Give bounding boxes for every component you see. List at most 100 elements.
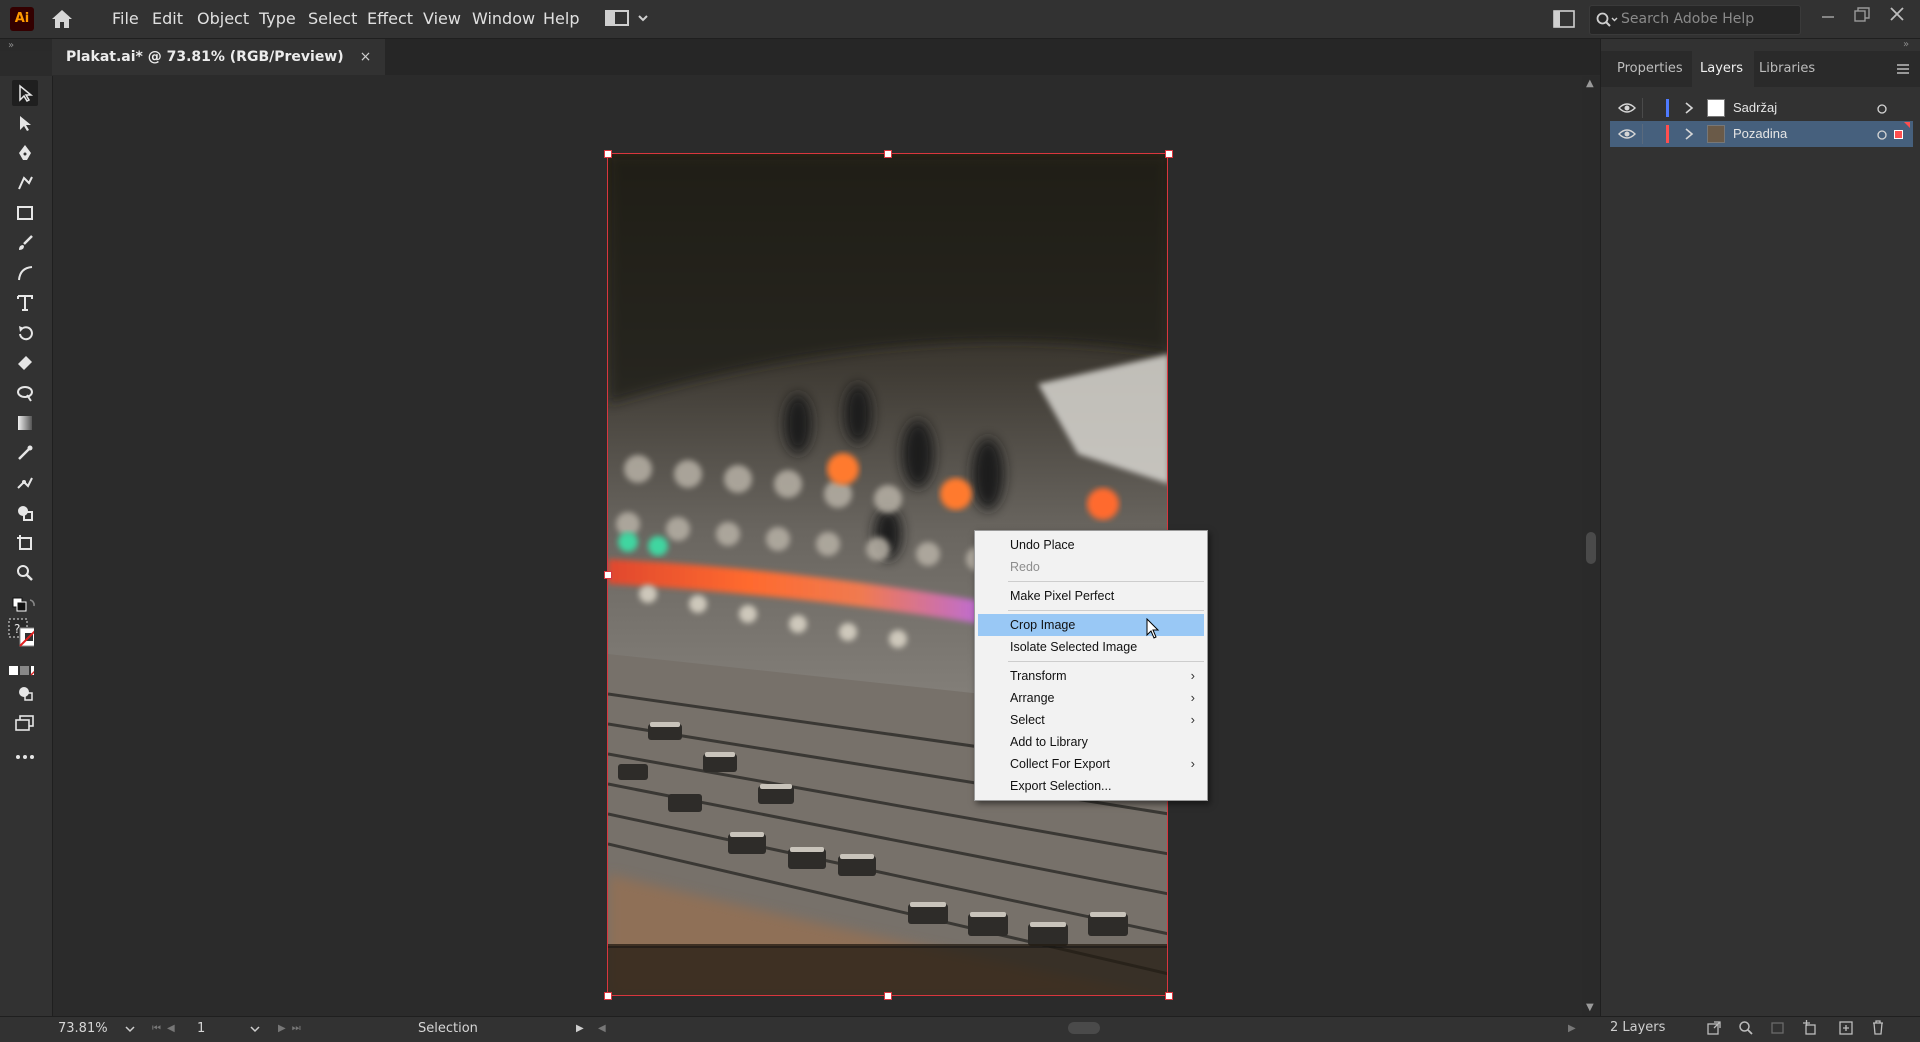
- ctx-select[interactable]: Select ›: [975, 709, 1207, 731]
- curvature-tool-icon[interactable]: [12, 170, 38, 196]
- selection-handle[interactable]: [884, 992, 892, 1000]
- tab-layers[interactable]: Layers: [1700, 61, 1743, 76]
- scroll-down-icon[interactable]: ▼: [1586, 1002, 1594, 1013]
- scroll-left-icon[interactable]: ◀: [598, 1023, 606, 1034]
- expand-chevron-icon[interactable]: [1684, 127, 1694, 141]
- expand-chevron-icon[interactable]: [1684, 101, 1694, 115]
- eyedropper-tool-icon[interactable]: [12, 440, 38, 466]
- menu-window[interactable]: Window: [472, 9, 535, 28]
- delete-layer-icon[interactable]: [1870, 1019, 1886, 1036]
- eraser-tool-icon[interactable]: [12, 350, 38, 376]
- tab-libraries[interactable]: Libraries: [1759, 61, 1815, 76]
- restore-icon[interactable]: [1853, 6, 1871, 24]
- vertical-scroll-thumb[interactable]: [1586, 532, 1596, 564]
- screen-mode-icon[interactable]: [12, 710, 38, 736]
- collapse-toolbar-icon[interactable]: »: [8, 40, 14, 51]
- layer-name[interactable]: Sadržaj: [1733, 100, 1777, 115]
- fill-stroke-swatch-icon[interactable]: ?: [8, 618, 34, 647]
- zoom-dropdown-icon[interactable]: [124, 1024, 136, 1034]
- rectangle-tool-icon[interactable]: [12, 200, 38, 226]
- layer-name[interactable]: Pozadina: [1733, 126, 1787, 141]
- visibility-eye-icon[interactable]: [1618, 101, 1636, 115]
- horizontal-scroll-thumb[interactable]: [1068, 1022, 1100, 1034]
- gradient-tool-icon[interactable]: [12, 410, 38, 436]
- status-tool-label[interactable]: Selection: [418, 1021, 478, 1036]
- ctx-undo-place[interactable]: Undo Place: [975, 534, 1207, 556]
- layer-thumbnail: [1707, 125, 1725, 143]
- context-menu: Undo Place Redo Make Pixel Perfect Crop …: [974, 530, 1208, 801]
- shape-builder-tool-icon[interactable]: [12, 500, 38, 526]
- target-circle-icon[interactable]: [1876, 103, 1888, 115]
- ctx-add-to-library[interactable]: Add to Library: [975, 731, 1207, 753]
- selection-indicator[interactable]: [1894, 130, 1903, 139]
- draw-mode-icon[interactable]: [12, 680, 38, 706]
- type-tool-icon[interactable]: [12, 290, 38, 316]
- ctx-export-selection[interactable]: Export Selection...: [975, 775, 1207, 797]
- search-layers-icon[interactable]: [1738, 1020, 1754, 1036]
- clipping-mask-icon[interactable]: [1770, 1020, 1786, 1036]
- shaper-tool-icon[interactable]: [12, 260, 38, 286]
- target-circle-icon[interactable]: [1876, 129, 1888, 141]
- panel-menu-icon[interactable]: [1895, 63, 1911, 75]
- more-tools-icon[interactable]: [12, 744, 38, 770]
- new-sublayer-icon[interactable]: [1802, 1020, 1820, 1036]
- menu-effect[interactable]: Effect: [367, 9, 413, 28]
- artboard-number[interactable]: 1: [197, 1021, 205, 1036]
- selection-handle[interactable]: [604, 571, 612, 579]
- menu-type[interactable]: Type: [259, 9, 296, 28]
- ctx-transform[interactable]: Transform ›: [975, 665, 1207, 687]
- ctx-isolate-selected-image[interactable]: Isolate Selected Image: [975, 636, 1207, 658]
- artboard-tool-icon[interactable]: [12, 530, 38, 556]
- artboard-dropdown-icon[interactable]: [249, 1024, 261, 1034]
- close-tab-icon[interactable]: ×: [360, 49, 372, 65]
- search-placeholder: Search Adobe Help: [1621, 11, 1755, 27]
- ctx-redo: Redo: [1010, 560, 1040, 574]
- close-window-icon[interactable]: [1888, 5, 1906, 23]
- menu-edit[interactable]: Edit: [152, 9, 183, 28]
- first-prev-artboard-icons[interactable]: ⏮◀: [152, 1023, 181, 1034]
- default-fill-stroke-icon[interactable]: [12, 592, 38, 618]
- search-field[interactable]: Search Adobe Help: [1589, 5, 1801, 35]
- selection-handle[interactable]: [604, 992, 612, 1000]
- free-transform-tool-icon[interactable]: [12, 380, 38, 406]
- pen-tool-icon[interactable]: [12, 140, 38, 166]
- ctx-crop-image[interactable]: Crop Image: [978, 614, 1204, 636]
- ctx-collect-for-export[interactable]: Collect For Export ›: [975, 753, 1207, 775]
- menu-object[interactable]: Object: [197, 9, 249, 28]
- menu-view[interactable]: View: [423, 9, 461, 28]
- ctx-arrange[interactable]: Arrange ›: [975, 687, 1207, 709]
- paintbrush-tool-icon[interactable]: [12, 230, 38, 256]
- direct-selection-tool-icon[interactable]: [12, 110, 38, 136]
- home-icon[interactable]: [50, 8, 74, 30]
- arrange-documents-icon[interactable]: [1553, 9, 1575, 29]
- next-last-artboard-icons[interactable]: ▶⏭: [278, 1023, 307, 1034]
- menu-help[interactable]: Help: [543, 9, 579, 28]
- ctx-collect-for-export-label: Collect For Export: [1010, 757, 1111, 771]
- scroll-up-icon[interactable]: ▲: [1586, 78, 1594, 89]
- selection-handle[interactable]: [1165, 150, 1173, 158]
- document-tab[interactable]: Plakat.ai* @ 73.81% (RGB/Preview) ×: [52, 39, 386, 75]
- lock-column-divider: [1642, 98, 1643, 118]
- zoom-tool-icon[interactable]: [12, 560, 38, 586]
- selection-handle[interactable]: [1165, 992, 1173, 1000]
- workspace-switcher-icon[interactable]: [605, 8, 651, 28]
- selection-tool-icon[interactable]: [12, 80, 38, 106]
- scroll-right-icon[interactable]: ▶: [1568, 1023, 1576, 1034]
- ctx-make-pixel-perfect[interactable]: Make Pixel Perfect: [975, 585, 1207, 607]
- zoom-level[interactable]: 73.81%: [58, 1021, 108, 1036]
- menu-select[interactable]: Select: [308, 9, 357, 28]
- selection-handle[interactable]: [604, 150, 612, 158]
- layer-row[interactable]: Sadržaj: [1610, 95, 1913, 121]
- puppet-warp-tool-icon[interactable]: [12, 470, 38, 496]
- new-layer-icon[interactable]: [1838, 1020, 1854, 1036]
- menu-file[interactable]: File: [112, 9, 139, 28]
- rotate-tool-icon[interactable]: [12, 320, 38, 346]
- tab-properties[interactable]: Properties: [1617, 61, 1683, 76]
- status-menu-icon[interactable]: ▶: [576, 1023, 584, 1034]
- selection-handle[interactable]: [884, 150, 892, 158]
- minimize-icon[interactable]: [1820, 8, 1836, 24]
- locate-object-icon[interactable]: [1706, 1020, 1722, 1036]
- visibility-eye-icon[interactable]: [1618, 127, 1636, 141]
- layer-row[interactable]: Pozadina: [1610, 121, 1913, 147]
- collapse-panel-icon[interactable]: »: [1903, 39, 1909, 50]
